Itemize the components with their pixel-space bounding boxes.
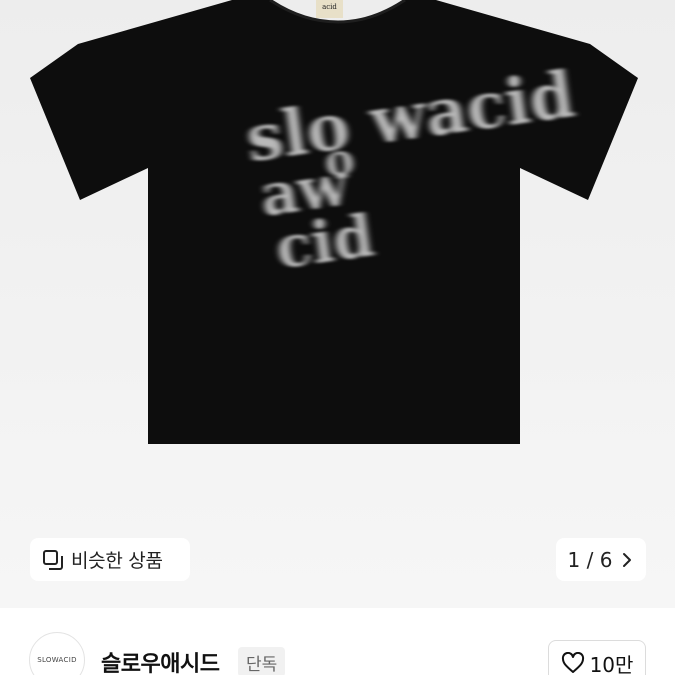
image-pager-button[interactable]: 1 / 6 bbox=[556, 538, 646, 581]
like-count: 10만 bbox=[589, 652, 634, 675]
product-image: acid slo wacid aw cid o bbox=[30, 0, 638, 444]
image-pager-count: 1 / 6 bbox=[567, 547, 613, 572]
brand-logo-text: SLOWACID bbox=[37, 656, 77, 664]
product-image-gallery[interactable]: acid slo wacid aw cid o 비슷한 상품 1 / 6 bbox=[0, 0, 675, 608]
svg-text:cid: cid bbox=[272, 201, 378, 282]
heart-icon bbox=[561, 652, 584, 673]
similar-items-button[interactable]: 비슷한 상품 bbox=[30, 538, 190, 581]
chevron-right-icon bbox=[622, 552, 634, 568]
similar-items-label: 비슷한 상품 bbox=[71, 550, 163, 572]
exclusive-badge: 단독 bbox=[238, 647, 286, 675]
like-button[interactable]: 10만 bbox=[548, 640, 646, 675]
neck-label-text: acid bbox=[322, 3, 337, 11]
brand-logo[interactable]: SLOWACID bbox=[29, 632, 85, 675]
brand-name[interactable]: 슬로우애시드 bbox=[101, 646, 220, 675]
similar-items-icon bbox=[42, 549, 64, 571]
brand-row: SLOWACID 슬로우애시드 단독 10만 bbox=[0, 608, 675, 675]
